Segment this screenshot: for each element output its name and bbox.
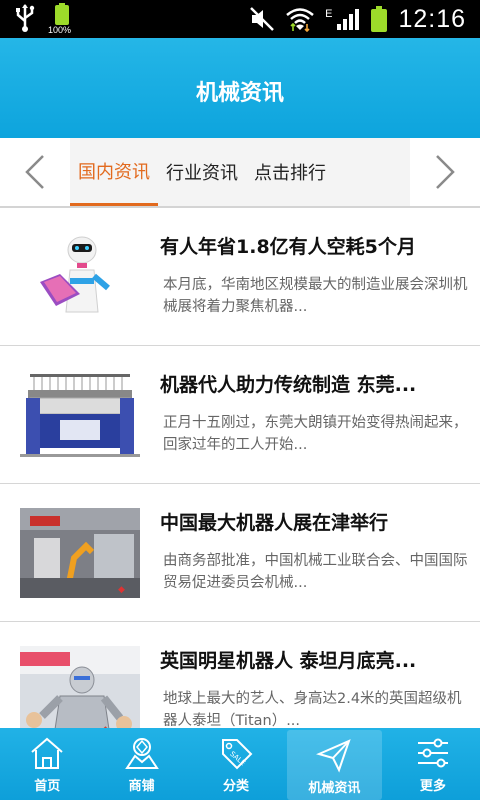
nav-category[interactable]: SALE 分类 bbox=[189, 728, 283, 800]
category-tab-bar: 国内资讯 行业资讯 点击排行 bbox=[0, 138, 480, 208]
news-summary: 地球上最大的艺人、身高达2.4米的英国超级机器人泰坦（Titan）... bbox=[163, 691, 462, 728]
nav-home-label: 首页 bbox=[34, 779, 61, 794]
news-list: 有人年省1.8亿有人空耗5个月 本月底，华南地区规模最大的制造业展会深圳机械展将… bbox=[0, 208, 480, 728]
nav-category-label: 分类 bbox=[223, 779, 250, 794]
tab-click-ranking[interactable]: 点击排行 bbox=[246, 138, 334, 206]
news-title: 英国明星机器人 泰坦月底亮... bbox=[160, 650, 417, 672]
network-type: E bbox=[325, 8, 333, 20]
svg-text:◆: ◆ bbox=[118, 585, 125, 595]
mute-icon bbox=[250, 7, 274, 31]
titan-robot-image: ◆ bbox=[20, 646, 140, 728]
tab-scroll-right-button[interactable] bbox=[410, 138, 480, 206]
news-summary: 本月底，华南地区规模最大的制造业展会深圳机械展将着力聚焦机器... bbox=[163, 277, 468, 315]
tag-icon: SALE bbox=[222, 739, 253, 770]
news-item[interactable]: 机器代人助力传统制造 东莞... 正月十五刚过，东莞大朗镇开始变得热闹起来，回家… bbox=[0, 346, 480, 484]
page-title: 机械资讯 bbox=[195, 81, 284, 106]
nav-machinery-news-label: 机械资讯 bbox=[308, 781, 361, 796]
tab-domestic-news[interactable]: 国内资讯 bbox=[70, 138, 158, 206]
news-item[interactable]: ◆ 英国明星机器人 泰坦月底亮... 地球上最大的艺人、身高达2.4米的英国超级… bbox=[0, 622, 480, 728]
home-icon bbox=[31, 737, 63, 769]
news-item[interactable]: 有人年省1.8亿有人空耗5个月 本月底，华南地区规模最大的制造业展会深圳机械展将… bbox=[0, 208, 480, 346]
nav-more-label: 更多 bbox=[419, 779, 446, 794]
news-item[interactable]: ◆ 中国最大机器人展在津举行 由商务部批准，中国机械工业联合会、中国国际贸易促进… bbox=[0, 484, 480, 622]
wifi-icon bbox=[286, 8, 314, 32]
news-title: 机器代人助力传统制造 东莞... bbox=[160, 374, 417, 396]
bottom-navigation: 首页 商铺 SALE 分类 机械资讯 更多 bbox=[0, 728, 480, 800]
usb-icon bbox=[16, 4, 35, 32]
knitting-machine-image bbox=[20, 370, 140, 460]
signal-icon bbox=[337, 9, 360, 30]
news-title: 有人年省1.8亿有人空耗5个月 bbox=[160, 236, 416, 258]
shop-icon bbox=[124, 738, 159, 769]
robot-waiter-image bbox=[20, 232, 140, 322]
news-title: 中国最大机器人展在津举行 bbox=[160, 512, 389, 534]
nav-shop-label: 商铺 bbox=[128, 779, 155, 794]
battery-icon bbox=[371, 6, 388, 32]
nav-more[interactable]: 更多 bbox=[386, 728, 480, 800]
tab-scroll-left-button[interactable] bbox=[0, 138, 70, 206]
app-header: 机械资讯 bbox=[0, 38, 480, 138]
tab-industry-news[interactable]: 行业资讯 bbox=[158, 138, 246, 206]
robot-expo-image: ◆ bbox=[20, 508, 140, 598]
status-bar: 100% E 12:16 bbox=[0, 0, 480, 38]
nav-shop[interactable]: 商铺 bbox=[94, 728, 188, 800]
battery-percent: 100% bbox=[48, 25, 72, 35]
nav-machinery-news[interactable]: 机械资讯 bbox=[287, 730, 382, 800]
sliders-icon bbox=[417, 738, 448, 768]
battery-charging-icon: 100% bbox=[48, 3, 76, 35]
clock: 12:16 bbox=[398, 4, 466, 33]
svg-text:SALE: SALE bbox=[228, 750, 247, 767]
chevron-left-icon bbox=[25, 155, 44, 189]
send-icon bbox=[316, 739, 352, 773]
news-summary: 由商务部批准，中国机械工业联合会、中国国际贸易促进委员会机械... bbox=[163, 553, 468, 591]
nav-home[interactable]: 首页 bbox=[0, 728, 94, 800]
news-summary: 正月十五刚过，东莞大朗镇开始变得热闹起来，回家过年的工人开始... bbox=[163, 415, 468, 453]
chevron-right-icon bbox=[436, 155, 455, 189]
